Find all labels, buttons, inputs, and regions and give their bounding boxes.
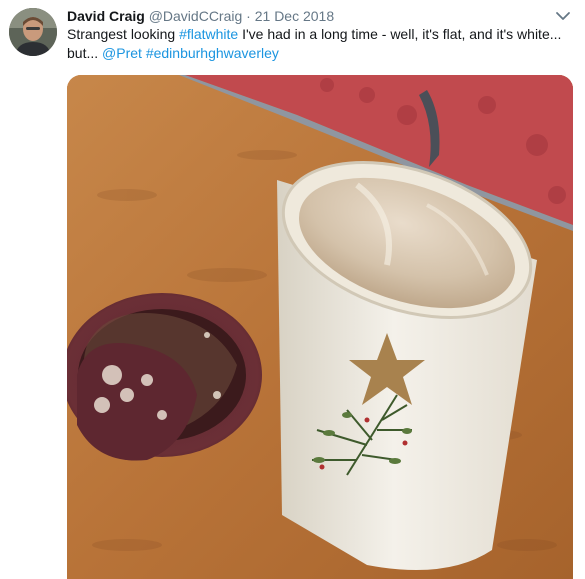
- user-avatar-image: [9, 8, 57, 56]
- tweet-text-prefix: Strangest looking: [67, 26, 180, 42]
- tweet-card: David Craig @DavidCCraig · 21 Dec 2018 S…: [0, 0, 585, 579]
- tweet-photo[interactable]: [67, 75, 573, 579]
- header-separator: ·: [246, 8, 251, 24]
- coffee-cup-photo: [67, 75, 573, 579]
- tweet-header: David Craig @DavidCCraig · 21 Dec 2018: [67, 7, 334, 25]
- tweet-text: Strangest looking #flatwhite I've had in…: [67, 25, 572, 63]
- chevron-down-icon[interactable]: [555, 9, 571, 23]
- author-name[interactable]: David Craig: [67, 8, 145, 24]
- mention-pret[interactable]: @Pret: [102, 45, 142, 61]
- author-handle[interactable]: @DavidCCraig: [149, 8, 243, 24]
- tweet-timestamp[interactable]: 21 Dec 2018: [255, 8, 334, 24]
- hashtag-flatwhite[interactable]: #flatwhite: [179, 26, 238, 42]
- hashtag-location[interactable]: #edinburhghwaverley: [146, 45, 279, 61]
- avatar[interactable]: [9, 8, 57, 56]
